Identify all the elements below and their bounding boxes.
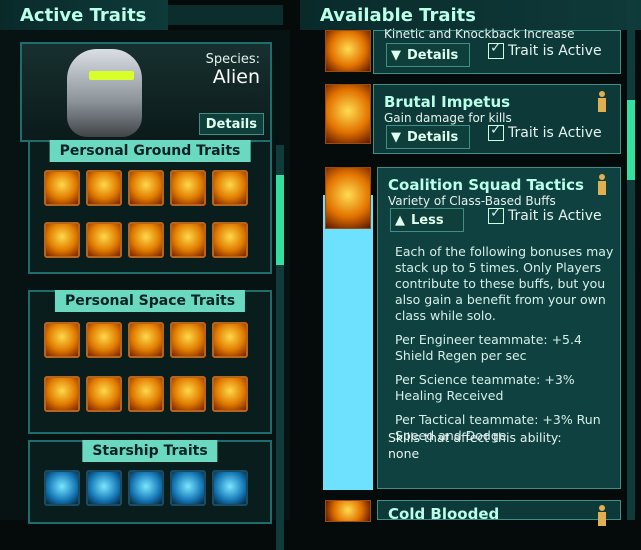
skills-value: none [388,446,420,461]
less-label: Less [411,212,444,228]
desc-paragraph: Each of the following bonuses may stack … [395,244,614,323]
trait-title: Cold Blooded [388,505,500,523]
starship-traits-title: Starship Traits [82,440,218,462]
trait-icon [325,500,371,522]
available-traits-scroll-thumb[interactable] [627,100,635,180]
less-button[interactable]: ▲ Less [390,208,464,232]
details-button[interactable]: ▼ Details [386,125,470,149]
desc-paragraph: Per Science teammate: +3% Healing Receiv… [395,372,575,403]
active-traits-scrollbar[interactable] [276,145,284,550]
character-helmet-image [67,49,142,137]
space-trait-slot-9[interactable] [170,376,206,412]
skull-icon [325,84,371,144]
character-portrait: Species: Alien Details [20,42,272,142]
checkbox-icon [488,122,504,141]
trait-description: Each of the following bonuses may stack … [395,244,620,452]
trait-title: Brutal Impetus [384,93,511,111]
ground-trait-slot-8[interactable] [128,222,164,258]
ground-trait-slot-9[interactable] [170,222,206,258]
details-button[interactable]: ▼ Details [386,43,470,67]
active-traits-title: Active Traits [20,5,147,26]
skills-section: Skills that affect this ability: none [388,430,562,462]
trait-subtitle: Kinetic and Knockback Increase [384,27,575,41]
space-trait-slot-1[interactable] [44,322,80,358]
available-traits-header: Available Traits [300,0,641,30]
ground-trait-slot-5[interactable] [212,170,248,206]
space-trait-slot-8[interactable] [128,376,164,412]
ground-traits-title: Personal Ground Traits [49,140,251,162]
starship-traits-section: Starship Traits [28,440,272,524]
expanded-card-highlight [323,195,373,490]
trait-card[interactable]: Kinetic and Knockback Increase ▼ Details… [373,27,621,74]
active-traits-panel: Species: Alien Details Personal Ground T… [0,30,290,550]
ground-trait-slot-2[interactable] [86,170,122,206]
ground-trait-slot-3[interactable] [128,170,164,206]
person-icon [598,91,606,112]
ground-trait-slot-10[interactable] [212,222,248,258]
person-icon [598,174,606,195]
skills-label: Skills that affect this ability: [388,430,562,445]
space-traits-section: Personal Space Traits [28,290,272,434]
details-label: Details [407,129,459,145]
space-traits-title: Personal Space Traits [54,290,246,312]
trait-icon [325,30,371,72]
trait-card-brutal-impetus[interactable]: Brutal Impetus Gain damage for kills ▼ D… [373,84,621,154]
helmet-visor [89,71,134,80]
starship-trait-slot-3[interactable] [128,470,164,506]
space-trait-slot-5[interactable] [212,322,248,358]
chevron-down-icon: ▼ [391,129,401,145]
trait-active-label: Trait is Active [508,43,602,59]
species-details-button[interactable]: Details [198,113,264,135]
trait-card-coalition-squad-tactics[interactable]: Coalition Squad Tactics Variety of Class… [377,167,621,489]
active-traits-scroll-thumb[interactable] [276,175,284,265]
species-label: Species: [205,52,260,67]
trait-active-check[interactable]: Trait is Active [488,40,602,59]
ground-traits-section: Personal Ground Traits [28,140,272,274]
ground-trait-slot-7[interactable] [86,222,122,258]
space-trait-slot-6[interactable] [44,376,80,412]
ground-trait-slot-1[interactable] [44,170,80,206]
desc-paragraph: Per Engineer teammate: +5.4 Shield Regen… [395,332,582,363]
space-trait-slot-7[interactable] [86,376,122,412]
ground-trait-slot-6[interactable] [44,222,80,258]
starship-trait-slot-4[interactable] [170,470,206,506]
trait-active-check[interactable]: Trait is Active [488,205,602,224]
trait-title: Coalition Squad Tactics [388,176,584,194]
ground-trait-slot-4[interactable] [170,170,206,206]
chevron-down-icon: ▼ [391,47,401,63]
space-trait-slot-10[interactable] [212,376,248,412]
available-traits-scrollbar[interactable] [627,0,635,520]
trait-subtitle: Variety of Class-Based Buffs [388,194,556,208]
person-icon [598,505,606,526]
trait-active-check[interactable]: Trait is Active [488,122,602,141]
checkbox-icon [488,205,504,224]
starship-trait-slot-5[interactable] [212,470,248,506]
trait-active-label: Trait is Active [508,208,602,224]
header-bar [168,5,283,25]
active-traits-header: Active Traits [0,0,168,30]
species-value: Alien [212,66,260,88]
details-label: Details [407,47,459,63]
chevron-up-icon: ▲ [395,212,405,228]
space-trait-slot-2[interactable] [86,322,122,358]
starship-trait-slot-1[interactable] [44,470,80,506]
starship-trait-slot-2[interactable] [86,470,122,506]
person-run-icon [325,167,371,229]
space-trait-slot-4[interactable] [170,322,206,358]
space-trait-slot-3[interactable] [128,322,164,358]
checkbox-icon [488,40,504,59]
trait-card-cold-blooded[interactable]: Cold Blooded [377,500,621,526]
trait-active-label: Trait is Active [508,125,602,141]
available-traits-title: Available Traits [320,5,476,26]
species-details-label: Details [205,116,257,132]
